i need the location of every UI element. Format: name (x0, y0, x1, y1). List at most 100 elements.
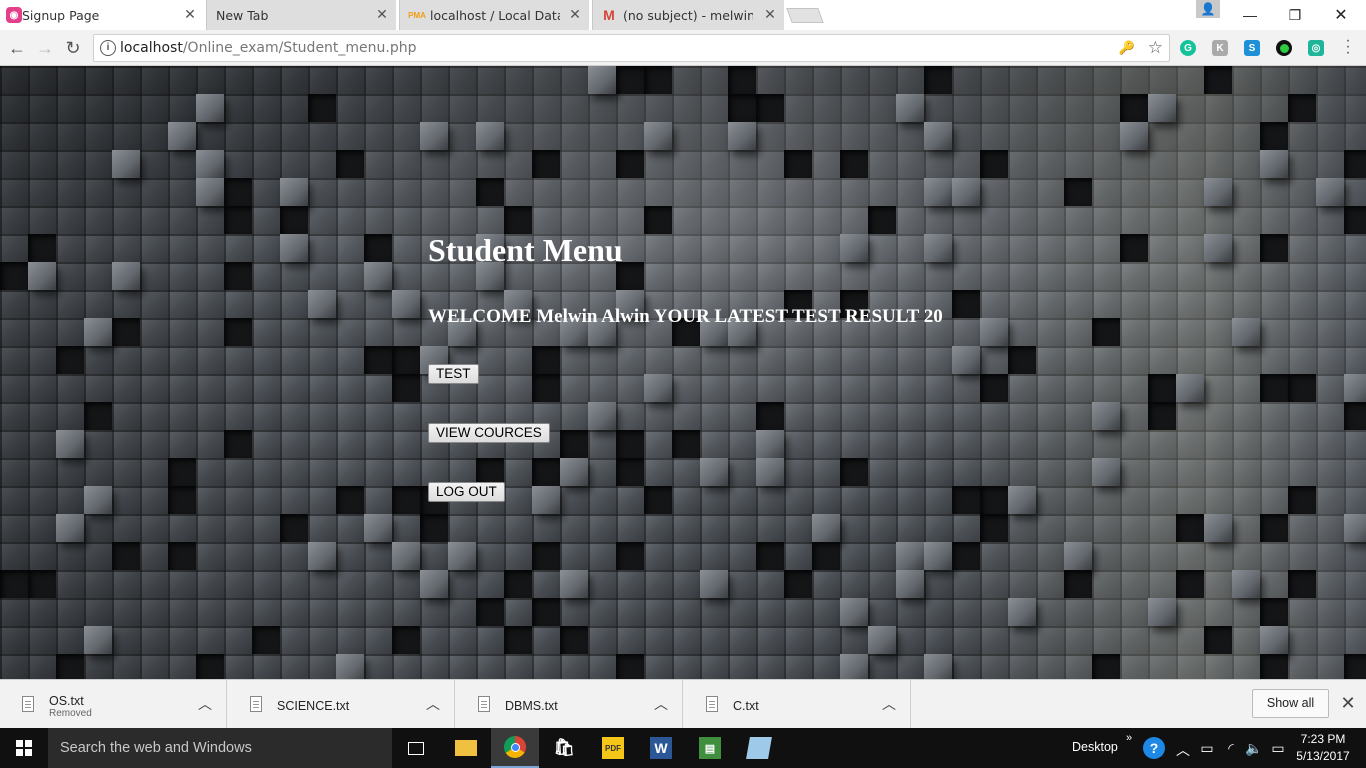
cube-tile (336, 486, 364, 514)
cube-tile (896, 94, 924, 122)
cube-tile (1008, 486, 1036, 514)
close-tab-icon[interactable]: ✕ (567, 6, 583, 22)
tab-gmail[interactable]: M (no subject) - melwinmp ✕ (592, 0, 784, 30)
close-tab-icon[interactable]: ✕ (182, 6, 198, 22)
wifi-icon[interactable]: ◜ (1223, 740, 1239, 757)
cube-tile (168, 486, 196, 514)
cube-tile (280, 178, 308, 206)
cube-tile (252, 626, 280, 654)
test-button[interactable]: TEST (428, 364, 479, 384)
battery-icon[interactable]: ▭ (1199, 740, 1215, 757)
url-host: localhost (120, 40, 183, 56)
cube-tile (224, 178, 252, 206)
cube-tile (476, 178, 504, 206)
chevron-up-icon[interactable]: ︿ (882, 694, 896, 714)
cube-tile (896, 570, 924, 598)
cube-tile (56, 514, 84, 542)
cube-tile (0, 262, 28, 290)
cube-tile (532, 542, 560, 570)
cube-tile (644, 486, 672, 514)
show-all-downloads-button[interactable]: Show all (1252, 689, 1329, 718)
cube-tile (504, 570, 532, 598)
cube-tile (1176, 514, 1204, 542)
cube-tile (196, 654, 224, 679)
back-arrow-icon[interactable]: ← (5, 36, 29, 60)
forward-arrow-icon[interactable]: → (33, 36, 57, 60)
chrome-menu-icon[interactable]: · · · (1340, 33, 1356, 61)
download-filename: OS.txt (49, 694, 84, 708)
address-bar[interactable]: i localhost/Online_exam/Student_menu.php… (93, 34, 1170, 62)
tab-phpmyadmin[interactable]: PMA localhost / Local Databas ✕ (399, 0, 589, 30)
chevron-up-icon[interactable]: ︿ (198, 694, 212, 714)
new-tab-button[interactable] (786, 8, 824, 23)
chevron-up-icon[interactable]: ︿ (654, 694, 668, 714)
chrome-taskbar-icon[interactable] (491, 728, 539, 768)
cube-tile (812, 542, 840, 570)
store-icon[interactable]: 🛍 (540, 728, 588, 768)
cube-tile (1260, 598, 1288, 626)
cube-tile (1288, 94, 1316, 122)
camera-extension-icon[interactable]: ◎ (1308, 40, 1324, 56)
cube-tile (308, 290, 336, 318)
chevron-up-icon[interactable]: ︿ (426, 694, 440, 714)
notepad-icon[interactable] (735, 728, 783, 768)
page-title: Student Menu (428, 232, 623, 268)
cube-tile (56, 654, 84, 679)
tab-new-tab[interactable]: New Tab ✕ (206, 0, 396, 30)
close-tab-icon[interactable]: ✕ (762, 6, 778, 22)
cube-tile (980, 150, 1008, 178)
welcome-message: WELCOME Melwin Alwin YOUR LATEST TEST RE… (428, 306, 943, 327)
volume-icon[interactable]: 🔈 (1245, 740, 1262, 757)
close-tab-icon[interactable]: ✕ (374, 6, 390, 22)
start-button[interactable] (0, 728, 48, 768)
cube-tile (560, 430, 588, 458)
download-item[interactable]: OS.txt Removed ︿ (0, 680, 227, 729)
minimize-icon[interactable]: — (1227, 0, 1273, 30)
desktop-toolbar-label[interactable]: Desktop (1072, 740, 1118, 754)
system-clock[interactable]: 7:23 PM 5/13/2017 (1296, 731, 1350, 765)
cube-tile (532, 346, 560, 374)
cube-tile (644, 374, 672, 402)
cube-tile (1176, 374, 1204, 402)
cube-tile (924, 654, 952, 679)
notifications-icon[interactable]: ▭ (1270, 740, 1286, 757)
site-info-icon[interactable]: i (100, 40, 116, 56)
download-item[interactable]: DBMS.txt ︿ (456, 680, 683, 729)
logout-button[interactable]: LOG OUT (428, 482, 505, 502)
taskbar-search-box[interactable]: Search the web and Windows (48, 728, 392, 768)
extension-icon[interactable]: K (1212, 40, 1228, 56)
cube-tile (1288, 374, 1316, 402)
cube-tile (1288, 570, 1316, 598)
skype-extension-icon[interactable]: S (1244, 40, 1260, 56)
record-extension-icon[interactable] (1276, 40, 1292, 56)
grammarly-extension-icon[interactable]: G (1180, 40, 1196, 56)
restore-icon[interactable]: ❐ (1272, 0, 1318, 30)
cube-tile (308, 94, 336, 122)
tab-signup-page[interactable]: ◉ Signup Page ✕ (0, 0, 204, 30)
close-shelf-icon[interactable]: ✕ (1339, 694, 1357, 712)
download-item[interactable]: C.txt ︿ (684, 680, 911, 729)
bookmark-star-icon[interactable]: ☆ (1148, 38, 1163, 58)
view-courses-button[interactable]: VIEW COURCES (428, 423, 550, 443)
text-file-icon (478, 696, 490, 712)
key-icon[interactable]: 🔑 (1119, 40, 1135, 56)
cube-tile (420, 122, 448, 150)
toolbar-expand-icon[interactable]: » (1121, 732, 1137, 744)
cube-tile (1260, 514, 1288, 542)
reload-icon[interactable]: ↻ (61, 36, 85, 60)
cube-tile (672, 430, 700, 458)
word-icon[interactable]: W (637, 728, 685, 768)
cube-tile (1008, 598, 1036, 626)
show-hidden-icons-chevron[interactable]: ︿ (1175, 740, 1191, 760)
help-icon[interactable]: ? (1143, 737, 1165, 759)
pdf-reader-icon[interactable]: PDF (589, 728, 637, 768)
project-icon[interactable]: ▤ (686, 728, 734, 768)
profile-icon[interactable]: 👤 (1196, 0, 1220, 18)
file-explorer-icon[interactable] (442, 728, 490, 768)
download-item[interactable]: SCIENCE.txt ︿ (228, 680, 455, 729)
cube-tile (952, 178, 980, 206)
cube-tile (364, 234, 392, 262)
task-view-icon[interactable] (392, 728, 440, 768)
window-close-icon[interactable]: ✕ (1318, 0, 1364, 30)
cube-tile (756, 458, 784, 486)
